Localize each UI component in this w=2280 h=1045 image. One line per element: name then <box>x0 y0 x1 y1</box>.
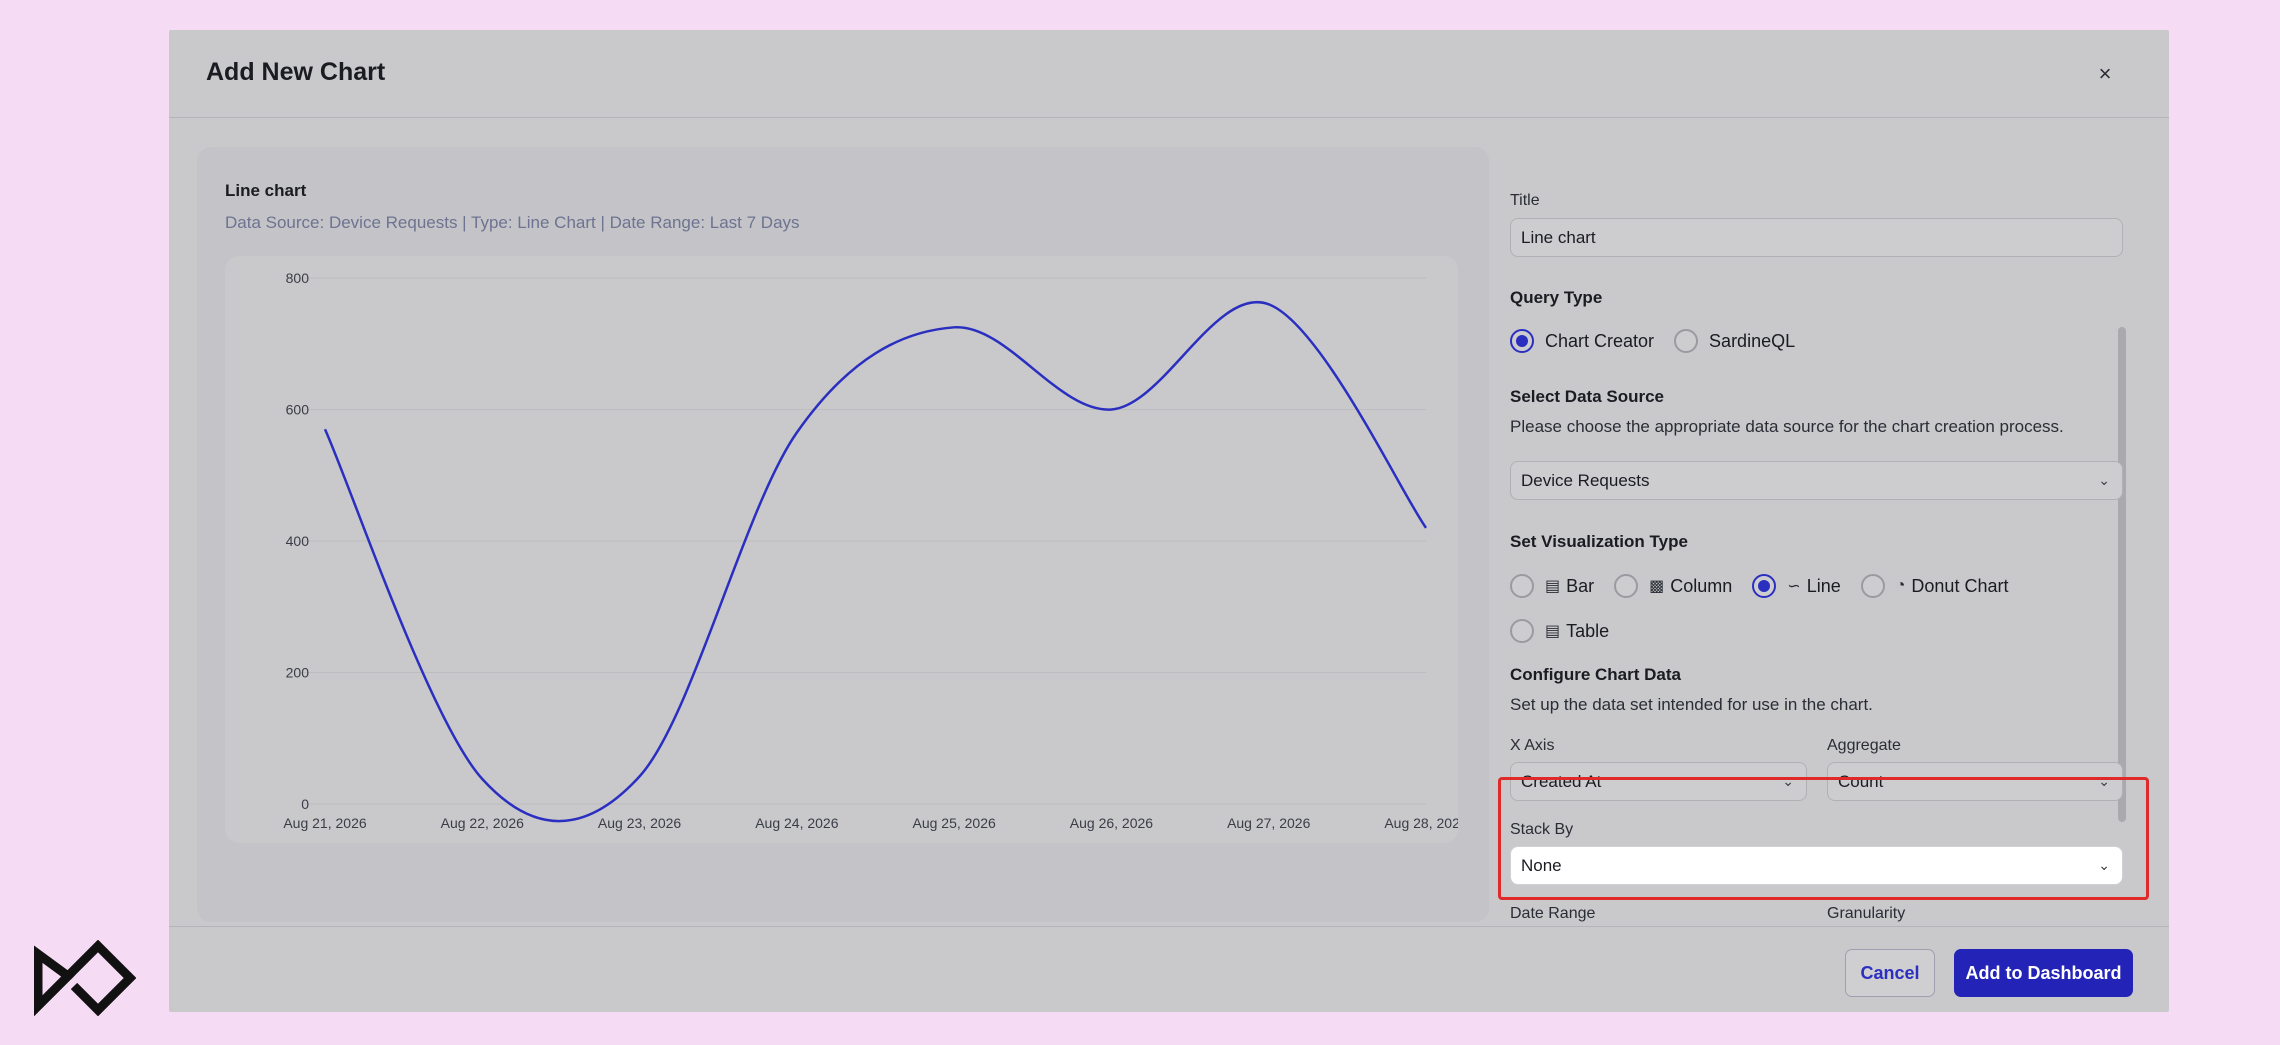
x-tick-label: Aug 27, 2026 <box>1227 815 1311 831</box>
donut-chart-icon: ◔ <box>1895 577 1906 594</box>
preview-title: Line chart <box>225 181 307 200</box>
title-input[interactable]: Line chart <box>1510 218 2123 257</box>
add-to-dashboard-button[interactable]: Add to Dashboard <box>1954 949 2133 997</box>
radio-column[interactable] <box>1614 574 1639 598</box>
chevron-down-icon: ⌄ <box>2098 472 2110 488</box>
query-type-sardineql[interactable]: SardineQL <box>1674 329 1795 353</box>
viz-type-bar-label: Bar <box>1566 575 1595 596</box>
y-tick-label: 800 <box>286 270 310 286</box>
radio-line[interactable] <box>1752 574 1777 598</box>
line-chart: 0 200 400 600 800 Aug 21, 2026 Aug 22, 2026 Aug… <box>283 270 1458 831</box>
viz-type-column[interactable]: ▩ Column <box>1614 574 1732 598</box>
bar-chart-icon: ▤ <box>1545 578 1561 595</box>
data-source-select[interactable]: Device Requests ⌄ <box>1510 461 2123 500</box>
data-source-value: Device Requests <box>1521 471 1650 490</box>
viz-type-group: ▤ Bar ▩ Column ∽ Line ◔ Donut Chart <box>1510 574 2028 598</box>
radio-donut[interactable] <box>1860 574 1885 598</box>
stack-by-highlight <box>1498 777 2149 900</box>
x-tick-label: Aug 28, 2026 <box>1384 815 1458 831</box>
viz-type-bar[interactable]: ▤ Bar <box>1510 574 1594 598</box>
radio-chart-creator[interactable] <box>1510 329 1534 353</box>
viz-type-table-label: Table <box>1566 620 1610 641</box>
chart-preview-panel: Line chart Data Source: Device Requests … <box>197 147 1489 922</box>
y-tick-label: 600 <box>286 402 310 418</box>
date-range-label: Date Range <box>1510 905 1596 922</box>
line-chart-icon: ∽ <box>1787 578 1801 595</box>
x-tick-label: Aug 22, 2026 <box>441 815 525 831</box>
x-tick-label: Aug 25, 2026 <box>912 815 996 831</box>
y-tick-label: 400 <box>286 533 310 549</box>
add-chart-modal: Add New Chart × Line chart Data Source: … <box>169 30 2169 1012</box>
modal-footer: Cancel Add to Dashboard <box>169 926 2169 1012</box>
modal-header: Add New Chart × <box>169 30 2169 118</box>
radio-table[interactable] <box>1510 619 1534 643</box>
viz-type-column-label: Column <box>1670 575 1733 596</box>
viz-type-label: Set Visualization Type <box>1510 532 1688 551</box>
x-tick-label: Aug 23, 2026 <box>598 815 682 831</box>
preview-subtitle: Data Source: Device Requests | Type: Lin… <box>225 213 800 232</box>
query-type-sardineql-label: SardineQL <box>1709 330 1796 351</box>
brand-logo-icon <box>34 940 136 1016</box>
viz-type-group-row2: ▤ Table <box>1510 619 1629 643</box>
x-tick-label: Aug 24, 2026 <box>755 815 839 831</box>
viz-type-table[interactable]: ▤ Table <box>1510 619 1609 643</box>
radio-sardineql[interactable] <box>1674 329 1699 353</box>
y-tick-label: 200 <box>286 665 310 681</box>
viz-type-line[interactable]: ∽ Line <box>1752 574 1841 598</box>
series-line <box>323 300 1428 823</box>
y-tick-label: 0 <box>301 796 309 812</box>
viz-type-donut-label: Donut Chart <box>1911 575 2009 596</box>
x-tick-label: Aug 26, 2026 <box>1070 815 1154 831</box>
query-type-label: Query Type <box>1510 288 1603 307</box>
data-source-desc: Please choose the appropriate data sourc… <box>1510 417 2064 436</box>
chart-area: 0 200 400 600 800 Aug 21, 2026 Aug 22, 2026 Aug… <box>225 256 1458 843</box>
query-type-group: Chart Creator SardineQL <box>1510 329 1815 353</box>
viz-type-line-label: Line <box>1806 575 1841 596</box>
config-label: Configure Chart Data <box>1510 665 1681 684</box>
aggregate-label: Aggregate <box>1827 737 1901 754</box>
close-icon[interactable]: × <box>2091 60 2119 88</box>
form-scrollbar[interactable] <box>2118 327 2126 822</box>
column-chart-icon: ▩ <box>1649 578 1665 595</box>
cancel-button[interactable]: Cancel <box>1845 949 1935 997</box>
table-icon: ▤ <box>1545 623 1561 640</box>
x-axis-label: X Axis <box>1510 737 1555 754</box>
config-desc: Set up the data set intended for use in … <box>1510 695 1873 714</box>
title-label: Title <box>1510 192 1540 209</box>
modal-title: Add New Chart <box>206 58 386 86</box>
radio-bar[interactable] <box>1510 574 1534 598</box>
query-type-chart-creator-label: Chart Creator <box>1545 330 1655 351</box>
x-tick-label: Aug 21, 2026 <box>283 815 367 831</box>
query-type-chart-creator[interactable]: Chart Creator <box>1510 329 1654 353</box>
data-source-label: Select Data Source <box>1510 387 1665 406</box>
granularity-label: Granularity <box>1827 905 1906 922</box>
viz-type-donut[interactable]: ◔ Donut Chart <box>1860 574 2009 598</box>
